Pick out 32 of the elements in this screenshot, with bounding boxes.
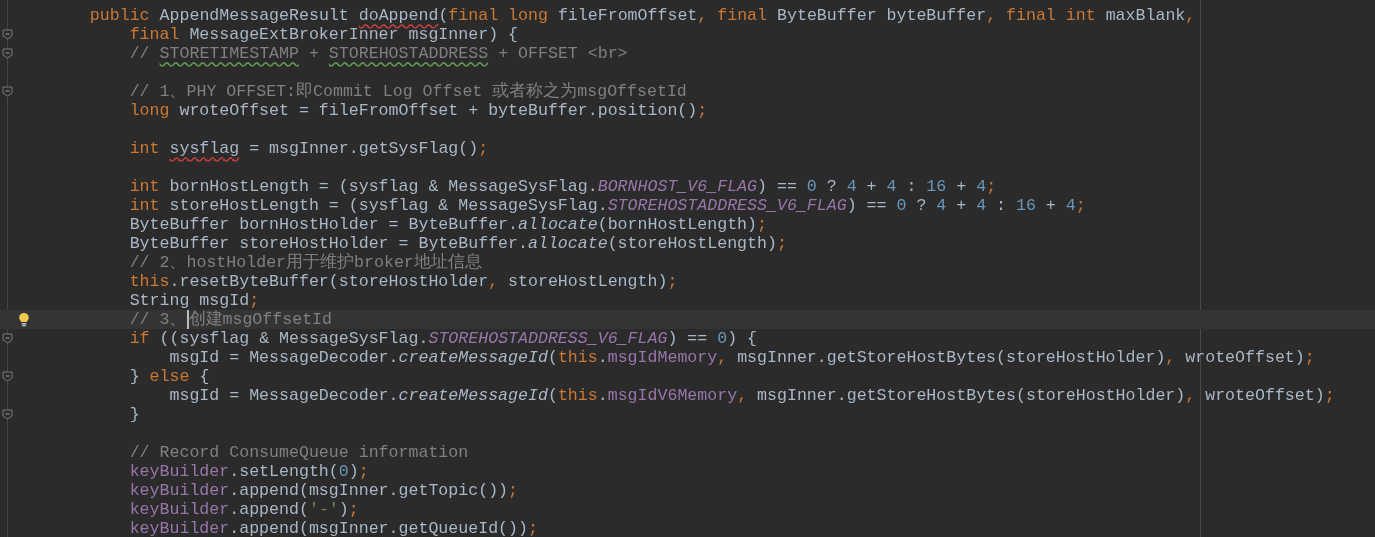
code-line: } else { <box>128 367 210 386</box>
code-line: long wroteOffset = fileFromOffset + byteBuffer.position(); <box>128 101 708 120</box>
code-line: keyBuilder.append(msgInner.getQueueId()); <box>128 519 538 537</box>
code-line: msgId = MessageDecoder.createMessageId(this.msgIdV6Memory, msgInner.getStoreHostBytes(storeHostHolder), wroteOffset); <box>168 386 1335 405</box>
lightbulb-icon[interactable] <box>18 312 30 327</box>
fold-icon[interactable] <box>2 48 13 59</box>
code-line: int bornHostLength = (sysflag & MessageSysFlag.BORNHOST_V6_FLAG) == 0 ? 4 + 4 : 16 + 4; <box>128 177 997 196</box>
code-comment: // Record ConsumeQueue information <box>128 443 469 462</box>
code-comment: // 3、创建msgOffsetId <box>128 310 333 329</box>
code-line: this.resetByteBuffer(storeHostHolder, storeHostLength); <box>128 272 678 291</box>
code-line: keyBuilder.append('-'); <box>128 500 359 519</box>
fold-icon[interactable] <box>2 29 13 40</box>
code-comment: // STORETIMESTAMP + STOREHOSTADDRESS + OFFSET <br> <box>128 44 628 63</box>
code-line: String msgId; <box>128 291 260 310</box>
code-line: keyBuilder.setLength(0); <box>128 462 369 481</box>
code-line: int sysflag = msgInner.getSysFlag(); <box>128 139 489 158</box>
code-line: msgId = MessageDecoder.createMessageId(this.msgIdMemory, msgInner.getStoreHostBytes(storeHostHolder), wroteOffset); <box>168 348 1315 367</box>
code-editor[interactable] <box>0 0 1375 537</box>
fold-icon[interactable] <box>2 333 13 344</box>
fold-icon[interactable] <box>2 409 13 420</box>
code-line: final MessageExtBrokerInner msgInner) { <box>128 25 519 44</box>
code-line: } <box>128 405 140 424</box>
code-line: public AppendMessageResult doAppend(final long fileFromOffset, final ByteBuffer byteBuffer, final int maxBlank, <box>88 6 1196 25</box>
code-comment: // 1、PHY OFFSET:即Commit Log Offset 或者称之为msgOffsetId <box>128 82 687 101</box>
fold-icon[interactable] <box>2 86 13 97</box>
code-line: if ((sysflag & MessageSysFlag.STOREHOSTADDRESS_V6_FLAG) == 0) { <box>128 329 758 348</box>
fold-icon[interactable] <box>2 371 13 382</box>
code-line: keyBuilder.append(msgInner.getTopic()); <box>128 481 519 500</box>
code-comment: // 2、hostHolder用于维护broker地址信息 <box>128 253 482 272</box>
code-line: ByteBuffer storeHostHolder = ByteBuffer.allocate(storeHostLength); <box>128 234 787 253</box>
code-line: int storeHostLength = (sysflag & MessageSysFlag.STOREHOSTADDRESS_V6_FLAG) == 0 ? 4 + 4 : 16 + 4; <box>128 196 1086 215</box>
code-line: ByteBuffer bornHostHolder = ByteBuffer.allocate(bornHostLength); <box>128 215 767 234</box>
